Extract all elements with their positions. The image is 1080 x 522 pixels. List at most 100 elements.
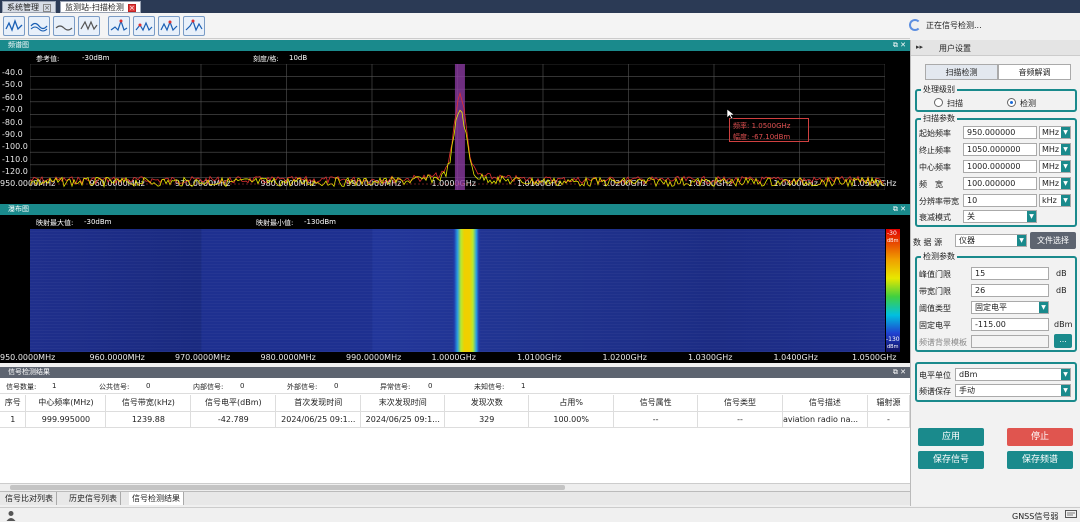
apply-button[interactable]: 应用 bbox=[918, 428, 984, 446]
x-tick-label: 950.0000MHz bbox=[0, 353, 56, 362]
results-panel-header: 信号检测结果 ⧉ ✕ bbox=[0, 367, 910, 378]
marker-readout: 频率: 1.0500GHz 幅度: -67.10dBm bbox=[729, 118, 809, 142]
trace-max-icon[interactable] bbox=[78, 16, 100, 36]
close-icon[interactable]: × bbox=[43, 3, 51, 12]
file-select-button[interactable]: 文件选择 bbox=[1030, 232, 1076, 249]
column-header[interactable]: 信号属性 bbox=[613, 395, 699, 412]
save-signal-button[interactable]: 保存信号 bbox=[918, 451, 984, 469]
status-bar: GNSS信号弱 bbox=[0, 507, 1080, 522]
chevron-down-icon: ▼ bbox=[1039, 302, 1048, 313]
column-header[interactable]: 信号带宽(kHz) bbox=[105, 395, 192, 412]
column-header[interactable]: 信号类型 bbox=[697, 395, 783, 412]
column-header[interactable]: 占用% bbox=[528, 395, 615, 412]
column-header[interactable]: 信号电平(dBm) bbox=[190, 395, 277, 412]
start-frequency-unit-select[interactable]: MHz ▼ bbox=[1039, 126, 1071, 139]
tab-scan-detect[interactable]: 扫描检测 bbox=[925, 64, 998, 80]
field-label: 固定电平 bbox=[919, 321, 951, 330]
cell-level: -42.789 bbox=[190, 411, 277, 428]
cell-description: aviation radio na... bbox=[782, 411, 868, 428]
user-icon bbox=[6, 511, 16, 521]
threshold-type-select[interactable]: 固定电平 ▼ bbox=[971, 301, 1049, 314]
tab-scan-detection[interactable]: 监测站-扫描检测 × bbox=[60, 1, 141, 13]
waterfall-plot[interactable]: 映射最大值: -30dBm 映射最小值: -130dBm -30 dBm -13… bbox=[0, 215, 910, 363]
close-icon[interactable]: × bbox=[127, 3, 136, 12]
column-header[interactable]: 辐射源 bbox=[867, 395, 911, 412]
spectrum-panel-header: 频谱图 ⧉ ✕ bbox=[0, 40, 910, 51]
tab-history-signals[interactable]: 历史信号列表 bbox=[66, 492, 121, 505]
tab-label: 系统管理 bbox=[7, 3, 39, 12]
stop-button[interactable]: 停止 bbox=[1007, 428, 1073, 446]
column-header[interactable]: 发现次数 bbox=[444, 395, 530, 412]
column-header[interactable]: 中心频率(MHz) bbox=[25, 395, 107, 412]
marker-next-icon[interactable] bbox=[133, 16, 155, 36]
data-source-label: 数 据 源 bbox=[913, 238, 943, 247]
unit-label: dBm bbox=[1054, 320, 1073, 329]
column-header[interactable]: 末次发现时间 bbox=[360, 395, 446, 412]
attenuation-select[interactable]: 关 ▼ bbox=[963, 210, 1037, 223]
unit-text: MHz bbox=[1042, 162, 1060, 171]
fixed-level-input[interactable]: -115.00 bbox=[971, 318, 1049, 331]
tab-detection-results[interactable]: 信号检测结果 bbox=[129, 492, 184, 505]
rbw-input[interactable]: 10 bbox=[963, 194, 1037, 207]
field-label: 电平单位 bbox=[919, 371, 951, 380]
x-tick-label: 990.0000MHz bbox=[346, 353, 402, 362]
panel-float-close-icon[interactable]: ⧉ ✕ bbox=[893, 204, 906, 215]
column-header[interactable]: 首次发现时间 bbox=[275, 395, 362, 412]
ref-value: -30dBm bbox=[82, 54, 110, 62]
data-source-select[interactable]: 仪器 ▼ bbox=[955, 234, 1027, 247]
tab-signal-compare[interactable]: 信号比对列表 bbox=[2, 492, 57, 505]
message-icon[interactable] bbox=[1065, 510, 1077, 520]
panel-float-close-icon[interactable]: ⧉ ✕ bbox=[893, 40, 906, 51]
center-frequency-unit-select[interactable]: MHz ▼ bbox=[1039, 160, 1071, 173]
rbw-unit-select[interactable]: kHz ▼ bbox=[1039, 194, 1071, 207]
tab-audio-demod[interactable]: 音频解调 bbox=[998, 64, 1071, 80]
spectrum-plot[interactable]: 参考值: -30dBm 刻度/格: 10dB -40.0 -50.0 -60.0 -7… bbox=[0, 51, 910, 204]
background-template-input[interactable] bbox=[971, 335, 1049, 348]
trace-live-icon[interactable] bbox=[3, 16, 25, 36]
field-label: 频 宽 bbox=[919, 180, 943, 189]
panel-float-close-icon[interactable]: ⧉ ✕ bbox=[893, 367, 906, 378]
browse-template-button[interactable]: ... bbox=[1054, 334, 1072, 348]
span-unit-select[interactable]: MHz ▼ bbox=[1039, 177, 1071, 190]
marker-left-icon[interactable] bbox=[158, 16, 180, 36]
stop-frequency-unit-select[interactable]: MHz ▼ bbox=[1039, 143, 1071, 156]
cell-occupancy: 100.00% bbox=[528, 411, 615, 428]
center-frequency-input[interactable]: 1000.000000 bbox=[963, 160, 1037, 173]
column-header[interactable]: 信号描述 bbox=[782, 395, 868, 412]
span-input[interactable]: 100.000000 bbox=[963, 177, 1037, 190]
radio-detect[interactable] bbox=[1007, 98, 1016, 107]
x-tick-label: 980.0000MHz bbox=[260, 353, 316, 362]
collapse-icon[interactable]: ▸▸ bbox=[916, 43, 923, 51]
spectrum-save-select[interactable]: 手动 ▼ bbox=[955, 384, 1071, 397]
level-unit-select[interactable]: dBm ▼ bbox=[955, 368, 1071, 381]
x-tick-label: 1.0000GHz bbox=[431, 353, 476, 362]
trace-min-icon[interactable] bbox=[53, 16, 75, 36]
horizontal-scrollbar[interactable] bbox=[0, 483, 910, 491]
toolbar bbox=[0, 13, 910, 39]
marker-peak-icon[interactable] bbox=[108, 16, 130, 36]
cell-bandwidth: 1239.88 bbox=[105, 411, 192, 428]
scale-top-value: -30 bbox=[887, 230, 897, 237]
scale-bottom-value: -130 bbox=[886, 336, 900, 343]
trace-avg-icon[interactable] bbox=[28, 16, 50, 36]
color-scale-bar: -30 dBm -130 dBm bbox=[886, 229, 900, 352]
panel-title: 瀑布图 bbox=[8, 205, 29, 213]
x-tick-label: 1.0300GHz bbox=[688, 353, 733, 362]
peak-threshold-input[interactable]: 15 bbox=[971, 267, 1049, 280]
marker-right-icon[interactable] bbox=[183, 16, 205, 36]
stop-frequency-input[interactable]: 1050.000000 bbox=[963, 143, 1037, 156]
select-value: 手动 bbox=[959, 386, 975, 395]
start-frequency-input[interactable]: 950.000000 bbox=[963, 126, 1037, 139]
bandwidth-threshold-input[interactable]: 26 bbox=[971, 284, 1049, 297]
mouse-cursor-icon bbox=[726, 108, 736, 120]
scrollbar-thumb[interactable] bbox=[10, 485, 565, 490]
summary-value: 0 bbox=[146, 382, 151, 390]
column-header[interactable]: 序号 bbox=[0, 395, 27, 412]
chevron-down-icon: ▼ bbox=[1061, 385, 1070, 396]
field-label: 终止频率 bbox=[919, 146, 951, 155]
tab-system-management[interactable]: 系统管理 × bbox=[2, 1, 56, 13]
radio-scan[interactable] bbox=[934, 98, 943, 107]
save-spectrum-button[interactable]: 保存频谱 bbox=[1007, 451, 1073, 469]
map-max-value: -30dBm bbox=[84, 218, 112, 226]
table-row[interactable]: 1 999.995000 1239.88 -42.789 2024/06/25 … bbox=[0, 411, 911, 428]
